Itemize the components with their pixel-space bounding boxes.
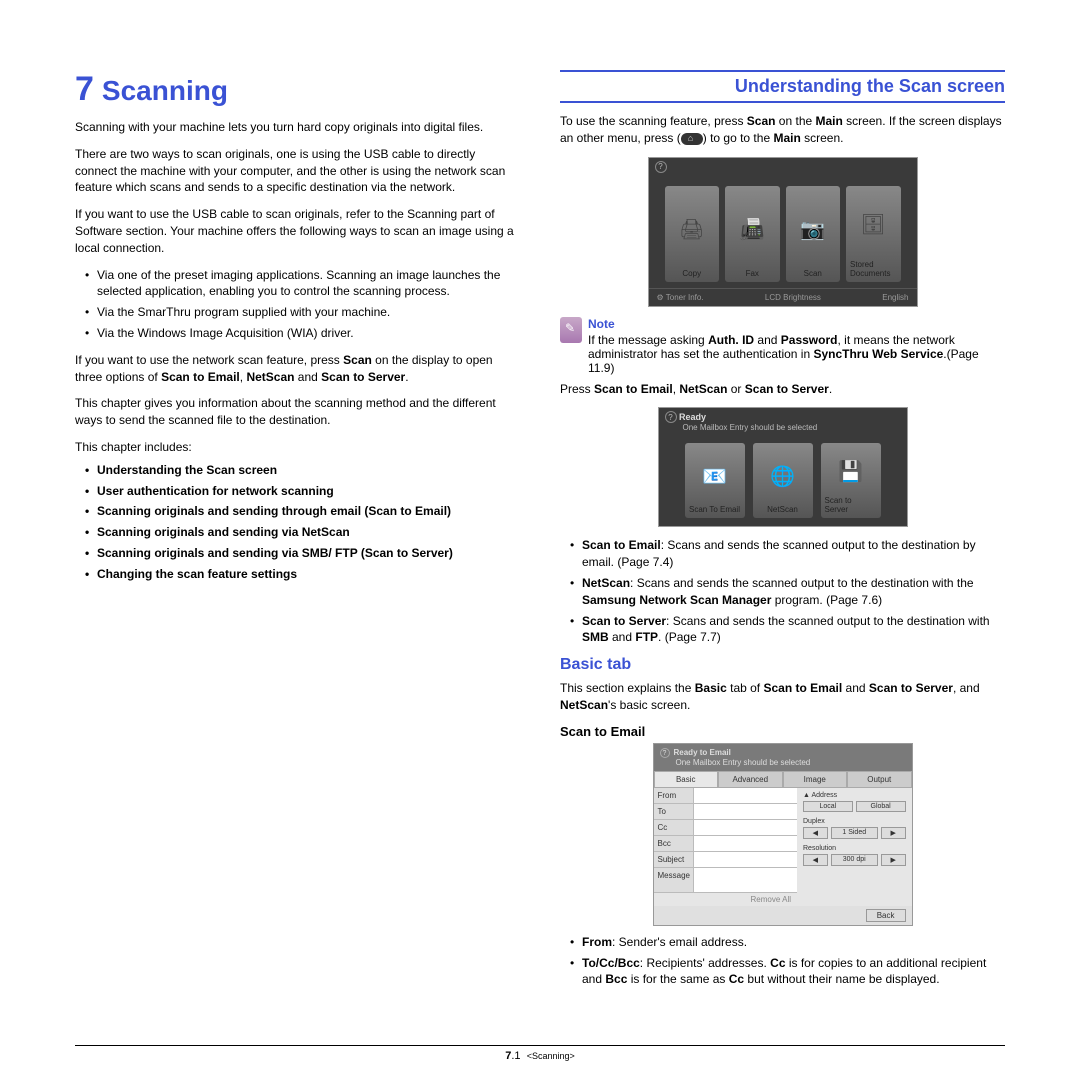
language: English	[882, 293, 908, 302]
list-item: From: Sender's email address.	[572, 934, 1005, 951]
note-label: Note	[588, 317, 1005, 331]
toc-item[interactable]: User authentication for network scanning	[87, 483, 520, 500]
left-column: 7 Scanning Scanning with your machine le…	[75, 70, 520, 998]
includes-label: This chapter includes:	[75, 439, 520, 456]
tab-image: Image	[783, 771, 848, 788]
tab-output: Output	[847, 771, 912, 788]
toner-info: ⚙ Toner Info.	[657, 293, 704, 302]
chapter-number: 7	[75, 70, 94, 109]
tile-netscan: 🌐NetScan	[753, 443, 813, 518]
toc-item[interactable]: Scanning originals and sending via SMB/ …	[87, 545, 520, 562]
toc-item[interactable]: Understanding the Scan screen	[87, 462, 520, 479]
tab-basic: Basic	[654, 771, 719, 788]
list-item: Scan to Server: Scans and sends the scan…	[572, 613, 1005, 647]
field-desc-list: From: Sender's email address. To/Cc/Bcc:…	[572, 934, 1005, 988]
list-item: To/Cc/Bcc: Recipients' addresses. Cc is …	[572, 955, 1005, 989]
list-item: Scan to Email: Scans and sends the scann…	[572, 537, 1005, 571]
back-button: Back	[866, 909, 906, 922]
press-options-p: Press Scan to Email, NetScan or Scan to …	[560, 381, 1005, 398]
local-scan-list: Via one of the preset imaging applicatio…	[87, 267, 520, 342]
list-item: Via the Windows Image Acquisition (WIA) …	[87, 325, 520, 342]
chapter-heading: 7 Scanning	[75, 70, 520, 109]
home-icon	[681, 133, 703, 145]
note-icon	[560, 317, 582, 343]
tile-fax: 📠Fax	[725, 186, 780, 282]
tile-scan-server: 💾Scan to Server	[821, 443, 881, 518]
list-item: Via the SmarThru program supplied with y…	[87, 304, 520, 321]
remove-all: Remove All	[654, 893, 798, 906]
help-icon: ?	[660, 748, 670, 758]
scan-to-email-illustration: ?Ready to EmailOne Mailbox Entry should …	[653, 743, 913, 926]
right-column: Understanding the Scan screen To use the…	[560, 70, 1005, 998]
chapter-title: Scanning	[102, 75, 228, 107]
tile-scan: 📷Scan	[786, 186, 841, 282]
toc-item[interactable]: Scanning originals and sending via NetSc…	[87, 524, 520, 541]
note-block: Note If the message asking Auth. ID and …	[560, 317, 1005, 375]
basic-tab-p: This section explains the Basic tab of S…	[560, 680, 1005, 714]
help-icon: ?	[655, 161, 667, 173]
scan-options-list: Scan to Email: Scans and sends the scann…	[572, 537, 1005, 646]
scan-to-email-heading: Scan to Email	[560, 724, 1005, 739]
chapter-toc: Understanding the Scan screen User authe…	[87, 462, 520, 583]
list-item: Via one of the preset imaging applicatio…	[87, 267, 520, 301]
intro-p3: If you want to use the USB cable to scan…	[75, 206, 520, 256]
use-scan-p: To use the scanning feature, press Scan …	[560, 113, 1005, 147]
section-heading: Understanding the Scan screen	[560, 70, 1005, 103]
toc-item[interactable]: Changing the scan feature settings	[87, 566, 520, 583]
main-screen-illustration: ? 🖨Copy 📠Fax 📷Scan 🗄Stored Documents ⚙ T…	[648, 157, 918, 307]
basic-tab-heading: Basic tab	[560, 656, 1005, 674]
intro-p1: Scanning with your machine lets you turn…	[75, 119, 520, 136]
scan-menu-illustration: ? Ready One Mailbox Entry should be sele…	[658, 407, 908, 527]
lcd-brightness: LCD Brightness	[765, 293, 821, 302]
list-item: NetScan: Scans and sends the scanned out…	[572, 575, 1005, 609]
tile-stored: 🗄Stored Documents	[846, 186, 901, 282]
toc-item[interactable]: Scanning originals and sending through e…	[87, 503, 520, 520]
chapter-overview: This chapter gives you information about…	[75, 395, 520, 429]
network-scan-p: If you want to use the network scan feat…	[75, 352, 520, 386]
intro-p2: There are two ways to scan originals, on…	[75, 146, 520, 196]
page-footer: 7.1 <Scanning>	[75, 1045, 1005, 1062]
help-icon: ?	[665, 411, 677, 423]
tile-copy: 🖨Copy	[665, 186, 720, 282]
tab-advanced: Advanced	[718, 771, 783, 788]
tile-scan-email: 📧Scan To Email	[685, 443, 745, 518]
